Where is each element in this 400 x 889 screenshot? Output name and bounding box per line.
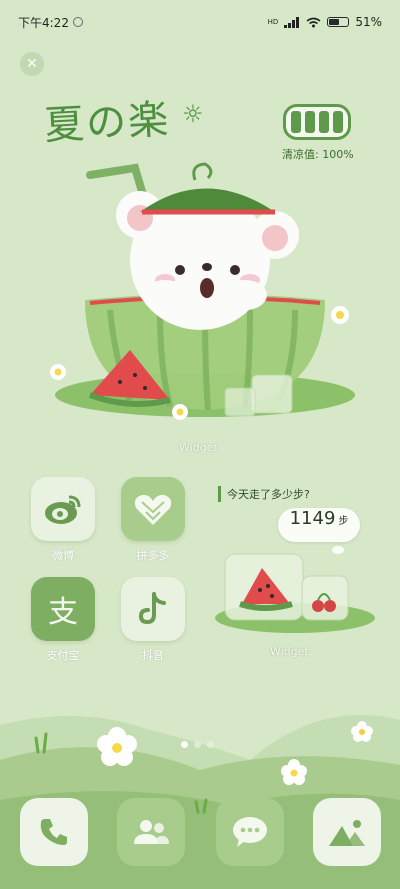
watermelon-bear-illustration[interactable]: [30, 160, 370, 430]
weibo-icon: [31, 477, 95, 541]
wifi-icon: [306, 17, 321, 27]
coolness-battery[interactable]: [283, 104, 351, 140]
app-label: 支付宝: [46, 649, 80, 662]
steps-widget-label: Widget: [270, 645, 309, 658]
steps-bubble[interactable]: 1149 步: [278, 508, 360, 542]
dock-gallery[interactable]: [313, 798, 381, 866]
battery-icon: [327, 17, 350, 27]
status-left: 下午4:22: [18, 14, 83, 31]
app-label: 抖音: [142, 649, 164, 662]
app-label: 微博: [52, 549, 74, 562]
steps-unit: 步: [338, 516, 349, 527]
status-bar: 下午4:22 HD 51%: [0, 0, 400, 44]
pinduoduo-icon: [121, 477, 185, 541]
page-dot[interactable]: [181, 741, 188, 748]
app-label: 拼多多: [136, 549, 170, 562]
alipay-icon: 支: [31, 577, 95, 641]
battery-percent: 51%: [355, 15, 382, 29]
home-screen: 下午4:22 HD 51% ✕ 夏の楽 ☼ 清凉值: 100% Widget 微…: [0, 0, 400, 889]
steps-count: 1149: [289, 508, 336, 529]
network-label: HD: [267, 18, 279, 26]
gallery-icon: [329, 820, 365, 846]
alipay-glyph: 支: [48, 595, 78, 630]
app-weibo[interactable]: 微博: [31, 477, 95, 563]
steps-title: 今天走了多少步?: [218, 486, 310, 502]
page-title: 夏の楽: [43, 96, 172, 150]
status-time: 下午4:22: [18, 15, 69, 30]
status-right: HD 51%: [268, 15, 382, 29]
contacts-icon: [134, 820, 169, 844]
ice-cube-watermelon-illustration[interactable]: [210, 546, 380, 641]
hero-widget-label: Widget: [179, 441, 218, 454]
signal-icon: [284, 16, 300, 28]
dock-phone[interactable]: [20, 798, 88, 866]
coolness-bar: [319, 111, 329, 133]
app-alipay[interactable]: 支 支付宝: [31, 577, 95, 663]
page-dot[interactable]: [194, 741, 201, 748]
coolness-bar: [291, 111, 301, 133]
close-button[interactable]: ✕: [20, 52, 44, 76]
app-douyin[interactable]: 抖音: [121, 577, 185, 663]
coolness-bar: [305, 111, 315, 133]
messages-icon: [233, 817, 267, 847]
dock-contacts[interactable]: [117, 798, 185, 866]
douyin-icon: [121, 577, 185, 641]
page-dot[interactable]: [207, 741, 214, 748]
coolness-bar: [333, 111, 343, 133]
dock-messages[interactable]: [216, 798, 284, 866]
page-indicator[interactable]: [181, 741, 214, 748]
notification-icon: [72, 17, 83, 27]
phone-icon: [40, 819, 67, 845]
sun-icon: ☼: [182, 100, 204, 128]
app-pinduoduo[interactable]: 拼多多: [121, 477, 185, 563]
close-icon: ✕: [26, 56, 38, 72]
